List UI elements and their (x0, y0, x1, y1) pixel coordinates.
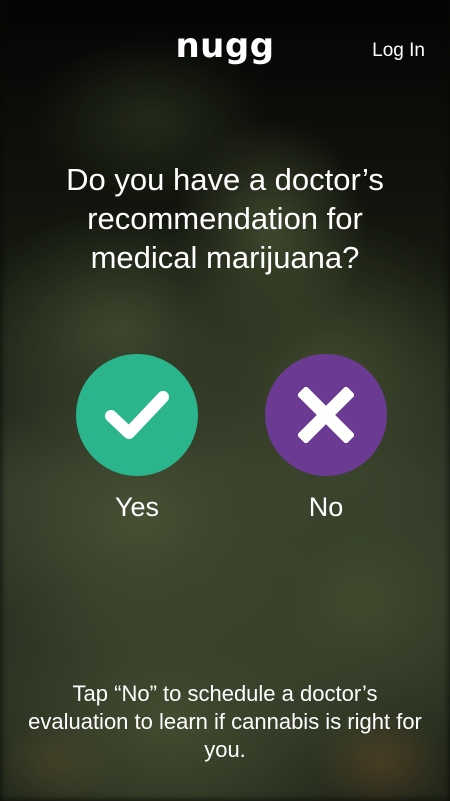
recommendation-screen: nugg Log In Do you have a doctor’s recom… (0, 0, 450, 801)
yes-button[interactable] (76, 354, 198, 476)
no-button[interactable] (265, 354, 387, 476)
question-text: Do you have a doctor’s recommendation fo… (66, 162, 384, 275)
check-icon (105, 391, 169, 439)
no-label[interactable]: No (265, 492, 387, 523)
footer-hint-text: Tap “No” to schedule a doctor’s evaluati… (28, 681, 422, 762)
yes-label[interactable]: Yes (76, 492, 198, 523)
x-icon (298, 387, 354, 443)
login-link[interactable]: Log In (372, 40, 425, 62)
